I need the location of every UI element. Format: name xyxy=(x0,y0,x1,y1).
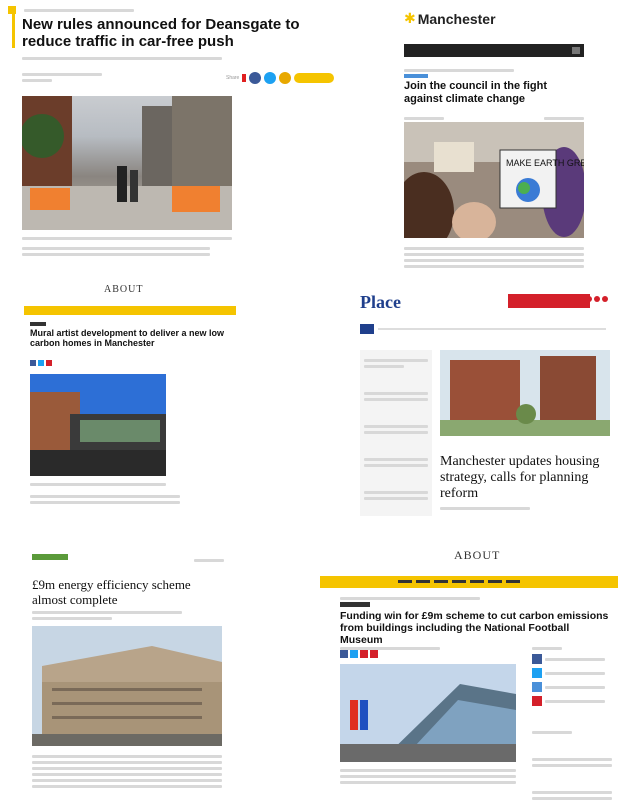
email-icon[interactable] xyxy=(360,650,368,658)
protest-photo: MAKE EARTH GREEN AGAIN xyxy=(398,122,590,252)
photo-caption xyxy=(22,234,232,243)
byline xyxy=(22,70,102,85)
site-logo: Place xyxy=(360,292,401,312)
email-icon[interactable] xyxy=(46,360,52,366)
share-bar xyxy=(340,650,378,658)
article-headline[interactable]: Join the council in the fight against cl… xyxy=(404,80,584,105)
building-photo xyxy=(30,374,166,476)
facebook-icon[interactable] xyxy=(30,360,36,366)
photo-caption xyxy=(30,480,166,489)
twitter-icon[interactable] xyxy=(38,360,44,366)
byline xyxy=(32,608,182,623)
article-card-housing[interactable]: Place Manchester updates housing strateg… xyxy=(354,286,612,526)
article-headline[interactable]: Manchester updates housing strategy, cal… xyxy=(440,454,610,502)
byline xyxy=(440,504,530,513)
article-body xyxy=(404,244,584,271)
nav-bar[interactable] xyxy=(378,328,606,330)
share-icon xyxy=(242,74,247,82)
youtube-follow-icon[interactable] xyxy=(532,696,542,706)
follow-sidebar xyxy=(532,644,612,805)
headline-accent xyxy=(12,10,15,48)
banner-ad[interactable] xyxy=(508,294,590,308)
social-links xyxy=(586,296,608,302)
article-card-mural[interactable]: ABOUT Mural artist development to delive… xyxy=(24,280,242,516)
share-bar xyxy=(30,360,52,366)
street-photo xyxy=(20,96,232,230)
article-card-funding[interactable]: ABOUT Funding win for £9m scheme to cut … xyxy=(320,540,618,805)
article-headline[interactable]: £9m energy efficiency scheme almost comp… xyxy=(32,577,222,608)
twitter-icon[interactable] xyxy=(350,650,358,658)
article-body xyxy=(30,492,180,507)
twitter-follow-icon[interactable] xyxy=(532,668,542,678)
site-logo xyxy=(32,554,68,560)
bee-icon: ✱ xyxy=(404,10,416,26)
nav-bar[interactable] xyxy=(24,306,236,315)
article-card-deansgate[interactable]: New rules announced for Deansgate to red… xyxy=(8,0,348,262)
menu-icon[interactable] xyxy=(572,47,580,54)
breadcrumb xyxy=(24,6,134,15)
hotel-photo xyxy=(32,626,222,746)
article-card-energy[interactable]: £9m energy efficiency scheme almost comp… xyxy=(28,548,228,805)
article-headline[interactable]: New rules announced for Deansgate to red… xyxy=(22,16,332,51)
housing-render xyxy=(440,350,610,436)
linkedin-follow-icon[interactable] xyxy=(532,682,542,692)
museum-photo xyxy=(340,664,516,762)
email-icon[interactable] xyxy=(279,72,292,84)
site-logo: ABOUT xyxy=(104,284,144,295)
share-bar: Share xyxy=(226,72,335,84)
nav-bar[interactable] xyxy=(404,44,584,57)
article-headline[interactable]: Mural artist development to deliver a ne… xyxy=(30,328,236,349)
social-icon[interactable] xyxy=(586,296,592,302)
category-tag xyxy=(30,322,46,326)
nav-bar[interactable] xyxy=(320,576,618,588)
article-card-climate[interactable]: ✱ Manchester Join the council in the fig… xyxy=(398,6,590,274)
standfirst xyxy=(22,54,222,63)
category-tag xyxy=(404,74,428,78)
article-body xyxy=(340,766,516,805)
site-logo: ✱ Manchester xyxy=(404,10,496,27)
facebook-icon[interactable] xyxy=(249,72,262,84)
article-body xyxy=(22,244,210,259)
category-tag xyxy=(340,602,370,607)
social-icon[interactable] xyxy=(602,296,608,302)
article-headline[interactable]: Funding win for £9m scheme to cut carbon… xyxy=(340,610,612,646)
social-icon[interactable] xyxy=(594,296,600,302)
facebook-follow-icon[interactable] xyxy=(532,654,542,664)
article-body xyxy=(32,752,222,791)
twitter-icon[interactable] xyxy=(264,72,277,84)
comments-button[interactable] xyxy=(294,73,335,83)
pinterest-icon[interactable] xyxy=(370,650,378,658)
header-links[interactable] xyxy=(194,556,224,565)
facebook-icon[interactable] xyxy=(340,650,348,658)
sidebar-news-list xyxy=(360,350,432,516)
home-tab[interactable] xyxy=(360,324,374,334)
placard-text: MAKE EARTH GREEN AGAIN xyxy=(506,158,584,168)
site-logo: ABOUT xyxy=(454,548,501,562)
